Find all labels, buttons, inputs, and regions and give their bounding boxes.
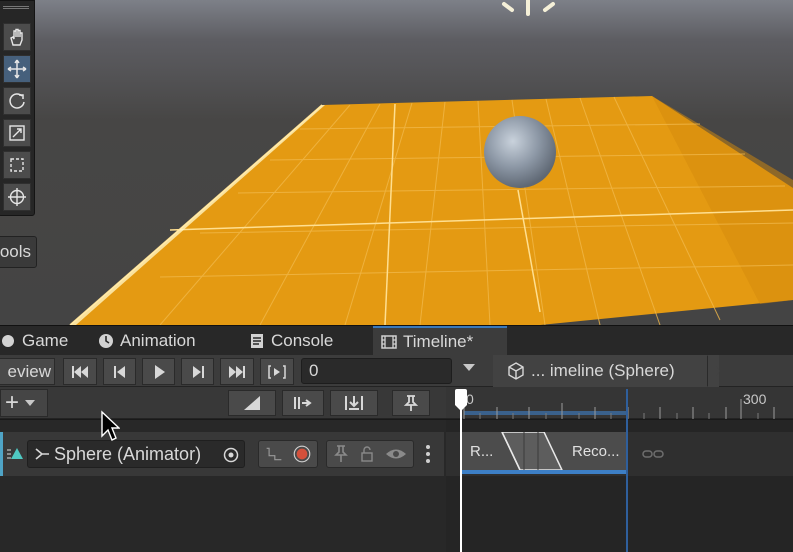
markers-button[interactable] bbox=[392, 390, 430, 416]
skip-to-end-icon bbox=[229, 365, 245, 378]
animator-icon bbox=[35, 448, 49, 460]
play-range-icon bbox=[268, 364, 286, 379]
console-icon bbox=[251, 334, 263, 348]
tab-timeline[interactable]: Timeline* bbox=[373, 326, 507, 356]
snap-button[interactable] bbox=[282, 390, 324, 416]
hand-icon bbox=[10, 28, 23, 46]
film-icon bbox=[381, 335, 397, 349]
editor-tab-bar: Game Animation Console Timeline* bbox=[0, 325, 793, 356]
timeline-breadcrumb[interactable]: ... imeline (Sphere) bbox=[493, 355, 719, 387]
link-icon[interactable] bbox=[642, 448, 664, 460]
cube-icon bbox=[508, 362, 524, 380]
go-to-start-button[interactable] bbox=[63, 358, 97, 385]
next-frame-button[interactable] bbox=[181, 358, 214, 385]
frame-input[interactable]: 0 bbox=[301, 358, 452, 384]
preview-button[interactable]: eview bbox=[0, 358, 55, 385]
track-menu-icon[interactable] bbox=[424, 444, 432, 464]
lock-icon[interactable] bbox=[359, 444, 375, 464]
go-to-end-button[interactable] bbox=[220, 358, 254, 385]
clock-icon bbox=[99, 334, 113, 348]
plus-icon: + bbox=[5, 389, 20, 416]
animation-track-icon bbox=[7, 448, 23, 459]
track-list: Sphere (Animator) bbox=[0, 420, 446, 552]
tab-game-label: Game bbox=[22, 331, 69, 350]
tools-overlay-label[interactable]: ools bbox=[0, 236, 37, 268]
skip-to-start-icon bbox=[72, 365, 88, 378]
mouse-cursor bbox=[101, 410, 120, 441]
ruler-label-300: 300 bbox=[743, 391, 767, 407]
transform-tool-button[interactable] bbox=[3, 183, 31, 211]
play-button[interactable] bbox=[142, 358, 175, 385]
track-header-toolbar: + bbox=[0, 387, 446, 419]
rect-tool-button[interactable] bbox=[3, 151, 31, 179]
play-range-button[interactable] bbox=[260, 358, 294, 385]
playhead-line[interactable] bbox=[460, 400, 462, 552]
chevron-down-icon[interactable] bbox=[463, 364, 475, 371]
game-icon bbox=[2, 335, 14, 347]
snap-to-icon bbox=[294, 397, 312, 409]
transform-icon bbox=[8, 188, 26, 206]
eye-icon[interactable] bbox=[385, 444, 407, 464]
track-binding-field[interactable]: Sphere (Animator) bbox=[27, 440, 245, 468]
step-forward-icon bbox=[192, 365, 204, 378]
play-icon bbox=[154, 364, 165, 379]
scale-icon bbox=[9, 125, 25, 141]
rotate-icon bbox=[9, 93, 25, 109]
record-icon[interactable] bbox=[293, 443, 311, 465]
pin-icon bbox=[403, 395, 419, 411]
move-tool-button[interactable] bbox=[3, 55, 31, 83]
tab-animation[interactable]: Animation bbox=[90, 326, 204, 356]
breadcrumb-arrow-fill bbox=[708, 355, 720, 387]
clip-label: R... bbox=[470, 442, 494, 460]
move-arrows-icon bbox=[7, 59, 27, 79]
track-state-controls bbox=[326, 440, 414, 468]
scene-tools-panel bbox=[0, 0, 35, 216]
animation-clip[interactable]: Reco... bbox=[564, 432, 626, 474]
tab-timeline-label: Timeline* bbox=[403, 332, 474, 351]
animation-track[interactable]: Sphere (Animator) bbox=[0, 432, 444, 476]
breadcrumb-label: ... imeline (Sphere) bbox=[531, 361, 675, 380]
ripple-edit-button[interactable] bbox=[330, 390, 378, 416]
track-binding-label: Sphere (Animator) bbox=[54, 443, 202, 464]
scene-view[interactable]: ools bbox=[0, 0, 793, 325]
curves-button[interactable] bbox=[228, 390, 276, 416]
ripple-insert-icon bbox=[345, 396, 363, 410]
rect-transform-icon bbox=[10, 158, 24, 172]
object-picker-icon[interactable] bbox=[222, 446, 240, 464]
clip-label: Reco... bbox=[572, 442, 620, 460]
track-record-controls bbox=[258, 440, 318, 468]
tab-console[interactable]: Console bbox=[241, 326, 341, 356]
playhead-handle[interactable] bbox=[453, 389, 469, 413]
timeline-toolbar: eview 0 ... imeline (Sphere) bbox=[0, 355, 793, 387]
chevron-down-icon bbox=[25, 400, 36, 406]
animation-clip[interactable]: R... bbox=[462, 432, 500, 474]
scene-ground-plane bbox=[69, 0, 793, 325]
tab-game[interactable]: Game bbox=[0, 326, 76, 356]
scale-tool-button[interactable] bbox=[3, 119, 31, 147]
ruler-ticks bbox=[463, 399, 775, 419]
blend-curve bbox=[501, 432, 563, 470]
tab-animation-label: Animation bbox=[120, 331, 196, 350]
previous-frame-button[interactable] bbox=[103, 358, 136, 385]
track-color-bar bbox=[0, 432, 3, 476]
curve-ramp-icon bbox=[244, 396, 260, 410]
hand-tool-button[interactable] bbox=[3, 23, 31, 51]
add-track-button[interactable]: + bbox=[0, 389, 48, 417]
clip-blend[interactable] bbox=[500, 432, 564, 474]
curves-toggle-icon[interactable] bbox=[265, 444, 283, 464]
timeline-end-marker[interactable] bbox=[626, 389, 628, 552]
pin-icon[interactable] bbox=[333, 444, 349, 464]
timeline-clips-area[interactable]: R... Reco... bbox=[446, 420, 793, 552]
tools-drag-handle[interactable] bbox=[3, 6, 29, 9]
step-back-icon bbox=[113, 365, 125, 378]
tab-console-label: Console bbox=[271, 331, 334, 350]
rotate-tool-button[interactable] bbox=[3, 87, 31, 115]
timeline-ruler[interactable]: 0 300 bbox=[446, 387, 793, 419]
